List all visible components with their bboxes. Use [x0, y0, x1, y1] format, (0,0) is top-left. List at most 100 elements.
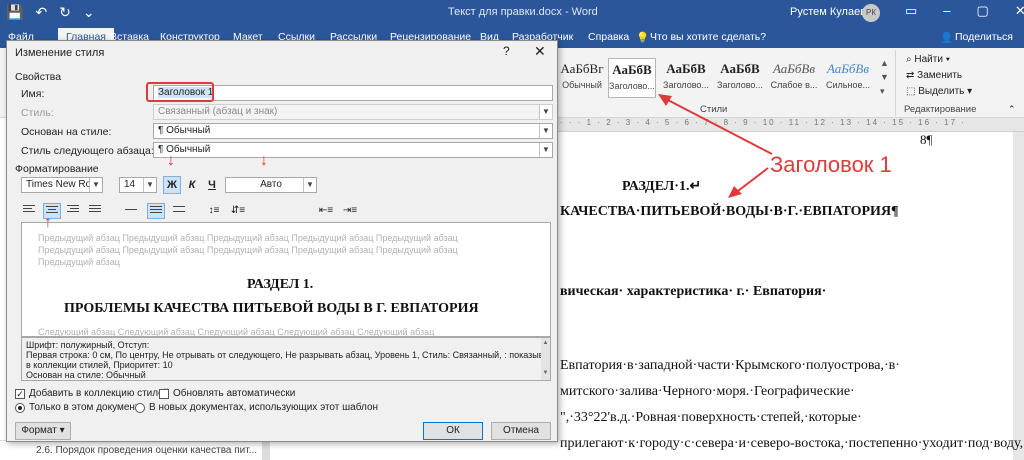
nav-item[interactable]: 2.6. Порядок проведения оценки качества … [36, 445, 257, 456]
decrease-indent-icon[interactable]: ⇤≡ [317, 202, 335, 220]
save-icon[interactable]: 💾 [6, 4, 23, 21]
chevron-down-icon: ▼ [89, 178, 102, 192]
cancel-button[interactable]: Отмена [491, 422, 551, 440]
style-heading1[interactable]: АаБбВ Заголово... [608, 58, 656, 98]
minimize-icon[interactable]: – [943, 3, 950, 19]
doc-paragraph[interactable]: митского·залива·Черного·моря.·Географиче… [560, 384, 855, 400]
ok-button[interactable]: ОК [423, 422, 483, 440]
doc-paragraph[interactable]: ",·33°22'в.д.·Ровная·поверхность·степей,… [560, 410, 862, 426]
select-button[interactable]: ⬚ Выделить ▾ [906, 86, 972, 97]
name-label: Имя: [21, 88, 45, 100]
style-type-value: Связанный (абзац и знак) [158, 106, 278, 117]
maximize-icon[interactable]: ▢ [977, 3, 989, 19]
auto-update-checkbox[interactable] [159, 389, 169, 399]
style-preview: АаБбВв [826, 61, 870, 76]
preview-previous-paragraph: Предыдущий абзац Предыдущий абзац Предыд… [38, 245, 458, 255]
font-color-select[interactable]: Авто ▼ [225, 177, 317, 193]
align-left-button[interactable] [21, 203, 39, 219]
double-spacing-button[interactable] [171, 203, 189, 219]
font-size-select[interactable]: 14 ▼ [119, 177, 157, 193]
align-right-button[interactable] [65, 203, 83, 219]
dialog-title: Изменение стиля [15, 47, 105, 59]
underline-button[interactable]: Ч [203, 176, 221, 194]
style-name: Заголово... [717, 80, 763, 90]
doc-paragraph[interactable]: Евпатория·в·западной·части·Крымского·пол… [560, 358, 900, 374]
navigation-pane: 2.6. Порядок проведения оценки качества … [0, 440, 270, 460]
doc-heading-2[interactable]: КАЧЕСТВА·ПИТЬЕВОЙ·ВОДЫ·В·Г.·ЕВПАТОРИЯ¶ [560, 204, 899, 220]
doc-paragraph[interactable]: вическая· характеристика· г.· Евпатория· [560, 284, 826, 300]
format-button[interactable]: Формат ▾ [15, 422, 71, 440]
avatar[interactable]: РК [862, 4, 880, 22]
preview-next-paragraph: Следующий абзац Следующий абзац Следующи… [38, 327, 435, 337]
description-line: Шрифт: полужирный, Отступ: [26, 340, 150, 350]
select-label: Выделить [918, 86, 965, 97]
tell-me-search[interactable]: Что вы хотите сделать? [650, 31, 766, 43]
chevron-down-icon: ▼ [303, 178, 316, 192]
bold-button[interactable]: Ж [163, 176, 181, 194]
style-name: Обычный [562, 80, 602, 90]
only-this-document-label: Только в этом документе [29, 402, 145, 413]
lightbulb-icon: 💡 [636, 32, 650, 44]
auto-update-label: Обновлять автоматически [173, 388, 296, 399]
doc-paragraph[interactable]: прилегают·к·городу·с·севера·и·северо-вос… [560, 436, 1024, 452]
style-intense-emphasis[interactable]: АаБбВв Сильное... [824, 58, 872, 98]
find-label: Найти [914, 54, 943, 65]
window-controls: ▭ – ▢ ✕ [905, 3, 1024, 19]
annotation-arrowhead [728, 186, 742, 198]
red-arrow-down-icon: ↓ [167, 152, 175, 169]
description-line: Первая строка: 0 см, По центру, Не отрыв… [26, 350, 551, 360]
increase-indent-icon[interactable]: ⇥≡ [341, 202, 359, 220]
only-this-document-radio[interactable] [15, 403, 25, 413]
style-name: Слабое в... [770, 80, 818, 90]
redo-icon[interactable]: ↻ [59, 4, 71, 21]
help-button[interactable]: ? [503, 44, 510, 58]
formatting-section-label: Форматирование [15, 163, 99, 175]
editing-group-label: Редактирование [904, 104, 977, 115]
space-before-increase-icon[interactable]: ↕≡ [205, 202, 223, 220]
share-button[interactable]: Поделиться [955, 31, 1013, 43]
description-scrollbar[interactable]: ▲ ▼ [541, 338, 550, 380]
find-button[interactable]: ⌕ Найти ▾ [906, 54, 950, 65]
add-to-gallery-checkbox[interactable]: ✓ [15, 389, 25, 399]
next-style-value: ¶ Обычный [158, 144, 211, 155]
horizontal-ruler[interactable]: · · · 1 · 2 · 3 · 4 · 5 · 6 · 7 · 8 · 9 … [558, 118, 1024, 132]
next-style-select[interactable]: ¶ Обычный ▼ [153, 142, 553, 158]
style-normal[interactable]: АаБбВг Обычный [558, 58, 606, 98]
style-name: Заголово... [663, 80, 709, 90]
italic-button[interactable]: К [183, 176, 201, 194]
close-button[interactable]: ✕ [534, 43, 546, 60]
annotation-arrows [658, 94, 773, 198]
modify-style-dialog: Изменение стиля ? ✕ Свойства Имя: Заголо… [6, 40, 558, 442]
tab-help[interactable]: Справка [588, 31, 629, 43]
undo-icon[interactable]: ↶ [35, 4, 47, 21]
share-icon: 👤 [940, 32, 954, 44]
single-spacing-button[interactable] [123, 203, 141, 219]
new-documents-radio[interactable] [135, 403, 145, 413]
based-on-select[interactable]: ¶ Обычный ▼ [153, 123, 553, 139]
user-name[interactable]: Рустем Кулаев [790, 6, 866, 18]
style-preview: АаБбВ [666, 61, 706, 76]
ribbon-display-icon[interactable]: ▭ [905, 3, 917, 19]
chevron-down-icon: ▼ [539, 124, 552, 138]
add-to-gallery-label: Добавить в коллекцию стилей [29, 388, 170, 399]
document-area: 8¶ РАЗДЕЛ·1.↵ КАЧЕСТВА·ПИТЬЕВОЙ·ВОДЫ·В·Г… [558, 132, 1024, 460]
preview-previous-paragraph: Предыдущий абзац [38, 257, 120, 267]
annotation-arrow-line [663, 97, 773, 155]
red-arrow-down-icon: ↓ [260, 152, 268, 169]
style-preview: АаБбВ [612, 62, 652, 77]
description-line: в коллекции стилей, Приоритет: 10 [26, 360, 173, 370]
style-preview: АаБбВв [772, 61, 816, 76]
red-arrow-up-icon: ↑ [44, 214, 52, 231]
styles-gallery-scroll[interactable]: ▲ ▼ ▾ [880, 56, 889, 98]
replace-button[interactable]: ⇄ Заменить [906, 70, 962, 81]
chevron-down-icon: ▼ [539, 105, 552, 119]
document-page[interactable]: 8¶ РАЗДЕЛ·1.↵ КАЧЕСТВА·ПИТЬЕВОЙ·ВОДЫ·В·Г… [558, 132, 1024, 460]
space-before-decrease-icon[interactable]: ⇵≡ [229, 202, 247, 220]
one-half-spacing-button[interactable] [147, 203, 165, 219]
align-justify-button[interactable] [87, 203, 105, 219]
font-select[interactable]: Times New Roman ▼ [21, 177, 103, 193]
annotation-arrow-line [733, 167, 769, 195]
collapse-ribbon-icon[interactable]: ⌃ [1008, 104, 1016, 115]
close-icon[interactable]: ✕ [1015, 3, 1024, 19]
customize-icon[interactable]: ⌄ [83, 4, 95, 21]
